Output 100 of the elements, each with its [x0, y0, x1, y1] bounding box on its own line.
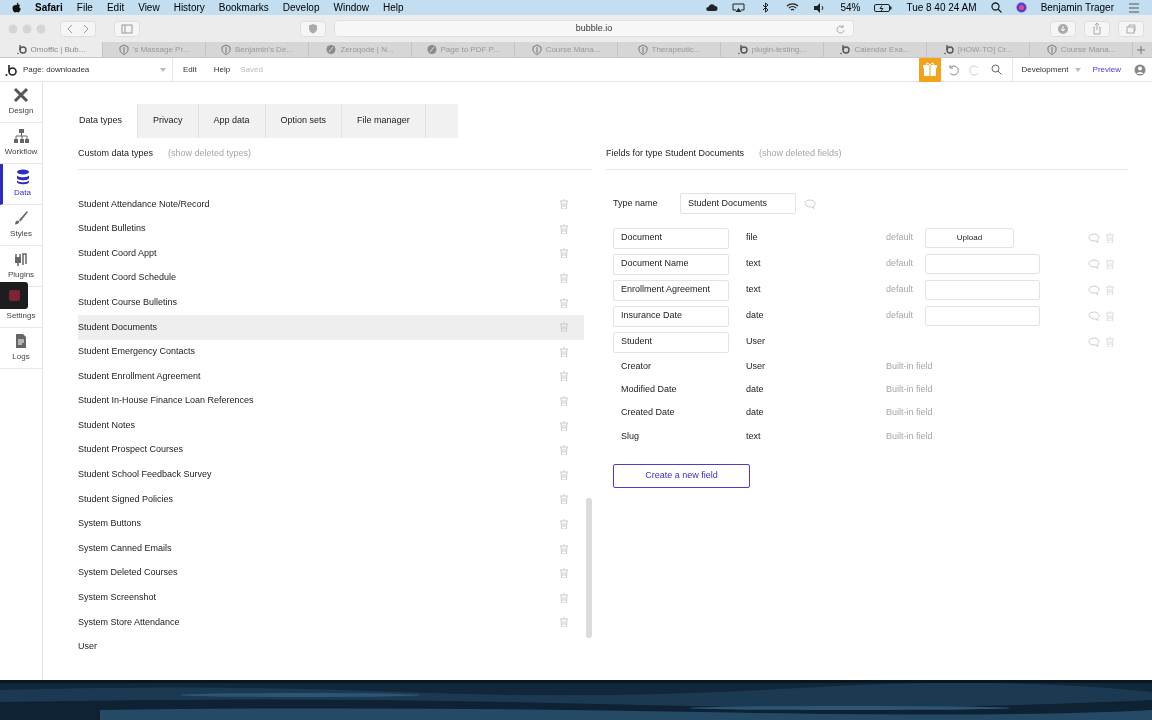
field-name-input[interactable]: Insurance Date [613, 305, 729, 327]
cloud-icon[interactable] [705, 2, 719, 13]
edit-menu[interactable]: Edit [183, 63, 197, 76]
field-type: text [746, 257, 762, 271]
page-dropdown[interactable]: Page: downloadea [23, 58, 173, 81]
siri-icon[interactable] [1015, 2, 1027, 13]
reload-icon[interactable] [835, 23, 845, 34]
shield-icon[interactable] [300, 20, 326, 37]
battery-percent: 54% [840, 1, 861, 15]
builtin-label: Built-in field [886, 383, 933, 397]
create-field-button[interactable]: Create a new field [613, 464, 750, 489]
field-name-input[interactable]: Enrollment Agreement [613, 279, 729, 301]
bubble-logo-icon [943, 44, 954, 55]
trash-icon[interactable] [560, 568, 568, 579]
trash-icon[interactable] [1106, 233, 1114, 243]
trash-icon[interactable] [560, 371, 568, 382]
trash-icon[interactable] [560, 322, 568, 333]
menu-item[interactable]: Window [333, 0, 370, 15]
shield-icon [637, 44, 648, 55]
menu-item[interactable]: History [173, 0, 205, 15]
comment-icon[interactable] [1088, 311, 1100, 321]
back-forward-icon[interactable] [60, 20, 96, 37]
comment-icon[interactable] [1088, 259, 1100, 269]
download-icon[interactable] [1050, 20, 1076, 37]
stop-icon [8, 290, 20, 301]
sidebar-tab[interactable]: Logs [0, 328, 42, 369]
sidebar-tab[interactable]: Data [0, 164, 42, 205]
field-name-input[interactable]: Student [613, 331, 729, 353]
trash-icon[interactable] [1106, 337, 1114, 347]
tab[interactable]: Data types [64, 104, 139, 138]
default-value-field[interactable] [925, 306, 1040, 326]
sidebar-tab[interactable]: Workflow [0, 123, 42, 164]
address-field[interactable]: bubble.io [334, 20, 854, 37]
trash-icon[interactable] [560, 617, 568, 628]
field-name-input[interactable]: Document Name [613, 253, 729, 275]
trash-icon[interactable] [560, 445, 568, 456]
trash-icon[interactable] [560, 519, 568, 529]
sidebar-tab[interactable]: Styles [0, 205, 42, 246]
upload-button[interactable]: Upload [925, 228, 1014, 248]
apple-icon [12, 2, 21, 13]
trash-icon[interactable] [560, 346, 568, 357]
gift-icon[interactable] [919, 57, 942, 82]
comment-icon[interactable] [1088, 337, 1100, 347]
save-status: Saved [240, 63, 263, 76]
trash-icon[interactable] [560, 592, 568, 603]
sidebar-icon[interactable] [114, 20, 140, 37]
trash-icon[interactable] [1106, 259, 1114, 269]
design-icon [13, 87, 29, 103]
account-icon[interactable] [1134, 63, 1146, 76]
comment-icon[interactable] [1088, 233, 1100, 243]
field-name: Modified Date [620, 383, 678, 397]
field-name-input[interactable]: Document [613, 227, 729, 249]
list-icon[interactable] [1128, 2, 1140, 13]
sidebar-tab[interactable]: Design [0, 82, 42, 123]
trash-icon[interactable] [560, 273, 568, 284]
airplay-icon[interactable] [732, 2, 746, 13]
menu-item[interactable]: Edit [106, 0, 125, 15]
user-name[interactable]: Benjamin Trager [1040, 0, 1114, 15]
default-label: default [886, 309, 914, 323]
comment-icon[interactable] [1088, 285, 1100, 295]
trash-icon[interactable] [560, 494, 568, 505]
preview-link[interactable]: Preview [1092, 63, 1121, 76]
menu-item[interactable]: Bookmarks [218, 0, 269, 15]
bubble-logo-icon[interactable] [5, 63, 17, 76]
type-name-field[interactable]: Student Documents [680, 193, 796, 214]
tabs-icon[interactable] [1118, 20, 1144, 37]
trash-icon[interactable] [1106, 285, 1114, 295]
trash-icon[interactable] [560, 543, 568, 554]
search-icon[interactable] [990, 2, 1002, 13]
scrollbar[interactable] [586, 498, 592, 638]
undo-icon[interactable] [947, 63, 960, 76]
default-value-field[interactable] [925, 280, 1040, 300]
menu-clock[interactable]: Tue 8 40 24 AM [906, 0, 977, 15]
trash-icon[interactable] [560, 199, 568, 210]
bubble-logo-icon [737, 44, 748, 55]
default-value-field[interactable] [925, 254, 1040, 274]
help-menu[interactable]: Help [213, 63, 231, 76]
trash-icon[interactable] [560, 297, 568, 308]
battery-icon[interactable] [874, 2, 893, 13]
field-type: text [746, 429, 762, 443]
trash-icon[interactable] [560, 248, 568, 259]
builtin-label: Built-in field [886, 429, 933, 443]
trash-icon[interactable] [560, 396, 568, 407]
field-name: Created Date [620, 406, 676, 420]
app-menu[interactable]: Safari [35, 0, 63, 15]
menu-item[interactable]: Develop [282, 0, 320, 15]
trash-icon[interactable] [560, 420, 568, 431]
wifi-icon[interactable] [786, 2, 800, 13]
shield-icon [118, 44, 129, 55]
comment-icon[interactable] [804, 198, 816, 209]
trash-icon[interactable] [560, 469, 568, 480]
trash-icon[interactable] [560, 223, 568, 234]
menu-item[interactable]: Help [383, 0, 404, 15]
environment-dropdown[interactable]: Development [1012, 58, 1089, 81]
share-icon[interactable] [1084, 20, 1110, 37]
new-tab-icon[interactable] [1136, 44, 1146, 55]
data-type-row[interactable]: Student Documents [78, 314, 584, 340]
menu-item[interactable]: File [76, 0, 93, 15]
menu-item[interactable]: View [138, 0, 160, 15]
trash-icon[interactable] [1106, 311, 1114, 321]
